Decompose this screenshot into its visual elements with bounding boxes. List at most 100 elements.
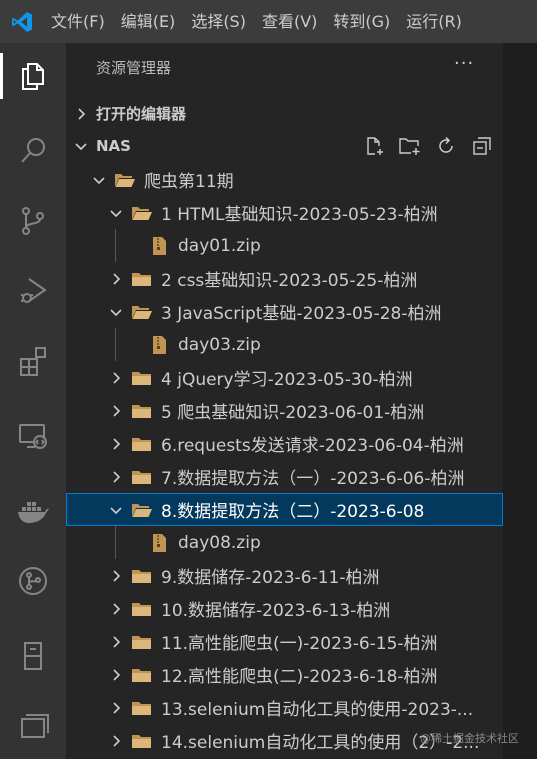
tree-item-label: 7.数据提取方法（一）-2023-6-06-柏洲 xyxy=(161,469,465,489)
tree-item-label: 8.数据提取方法（二）-2023-6-08 xyxy=(161,502,425,522)
section-open-editors[interactable]: 打开的编辑器 xyxy=(66,98,503,129)
chevron-right-icon[interactable] xyxy=(107,633,125,651)
folder-icon xyxy=(131,369,153,387)
refresh-icon[interactable] xyxy=(433,133,459,159)
source-control-icon[interactable] xyxy=(10,198,56,244)
tree-item-label: 12.高性能爬虫(二)-2023-6-18-柏洲 xyxy=(161,667,438,687)
tree-folder-item[interactable]: 9.数据储存-2023-6-11-柏洲 xyxy=(66,559,503,592)
folder-icon xyxy=(131,270,153,288)
editor-area xyxy=(503,43,537,759)
menu-bar: 文件(F) 编辑(E) 选择(S) 查看(V) 转到(G) 运行(R) xyxy=(0,0,537,43)
menu-go[interactable]: 转到(G) xyxy=(325,0,398,43)
chevron-right-icon[interactable] xyxy=(107,699,125,717)
tree-folder-item[interactable]: 7.数据提取方法（一）-2023-6-06-柏洲 xyxy=(66,460,503,493)
tree-folder-item[interactable]: 8.数据提取方法（二）-2023-6-08 xyxy=(66,493,503,526)
chevron-right-icon[interactable] xyxy=(107,468,125,486)
explorer-icon[interactable] xyxy=(0,53,56,99)
chevron-down-icon xyxy=(66,139,96,153)
tree-folder-item[interactable]: 2 css基础知识-2023-05-25-柏洲 xyxy=(66,262,503,295)
collapse-all-icon[interactable] xyxy=(469,133,495,159)
explorer-sidebar: 资源管理器 ··· 打开的编辑器 NAS 爬虫第11期 1 HTML基础知识-2… xyxy=(66,43,503,759)
tree-folder-item[interactable]: 10.数据储存-2023-6-13-柏洲 xyxy=(66,592,503,625)
chevron-right-icon[interactable] xyxy=(107,402,125,420)
workspace-name: NAS xyxy=(96,136,131,155)
tree-item-label: 4 jQuery学习-2023-05-30-柏洲 xyxy=(161,370,413,390)
folder-open-icon xyxy=(131,204,153,222)
indent-guide xyxy=(115,328,116,361)
tree-folder-item[interactable]: 3 JavaScript基础-2023-05-28-柏洲 xyxy=(66,295,503,328)
tree-item-label: 1 HTML基础知识-2023-05-23-柏洲 xyxy=(161,205,438,225)
tree-folder-item[interactable]: 4 jQuery学习-2023-05-30-柏洲 xyxy=(66,361,503,394)
tree-item-label: 6.requests发送请求-2023-06-04-柏洲 xyxy=(161,436,464,456)
folder-icon xyxy=(131,567,153,585)
explorer-title: 资源管理器 xyxy=(96,59,172,77)
folder-open-icon xyxy=(131,303,153,321)
tree-folder-item[interactable]: 1 HTML基础知识-2023-05-23-柏洲 xyxy=(66,196,503,229)
tree-item-label: 11.高性能爬虫(一)-2023-6-15-柏洲 xyxy=(161,634,438,654)
vscode-logo-icon xyxy=(0,0,43,43)
section-open-editors-label: 打开的编辑器 xyxy=(96,105,187,123)
chevron-right-icon[interactable] xyxy=(107,732,125,750)
indent-guide xyxy=(115,229,116,262)
tree-file-item[interactable]: day01.zip xyxy=(66,229,503,262)
chevron-right-icon[interactable] xyxy=(107,666,125,684)
folder-open-icon xyxy=(114,171,136,189)
tree-folder-item[interactable]: 12.高性能爬虫(二)-2023-6-18-柏洲 xyxy=(66,658,503,691)
chevron-down-icon[interactable] xyxy=(107,204,125,222)
menu-selection[interactable]: 选择(S) xyxy=(183,0,254,43)
tree-item-label: day08.zip xyxy=(178,532,261,553)
chevron-right-icon[interactable] xyxy=(107,435,125,453)
tree-item-label: 2 css基础知识-2023-05-25-柏洲 xyxy=(161,271,418,291)
tree-folder-item[interactable]: 爬虫第11期 xyxy=(66,163,503,196)
tree-folder-item[interactable]: 11.高性能爬虫(一)-2023-6-15-柏洲 xyxy=(66,625,503,658)
panels-icon[interactable] xyxy=(10,703,56,749)
database-icon[interactable] xyxy=(10,633,56,679)
section-actions xyxy=(361,130,495,161)
menu-file[interactable]: 文件(F) xyxy=(43,0,113,43)
folder-icon xyxy=(131,402,153,420)
tree-item-label: 5 爬虫基础知识-2023-06-01-柏洲 xyxy=(161,403,425,423)
search-icon[interactable] xyxy=(10,128,56,174)
folder-icon xyxy=(131,435,153,453)
chevron-right-icon[interactable] xyxy=(107,600,125,618)
folder-icon xyxy=(131,732,153,750)
extensions-icon[interactable] xyxy=(10,338,56,384)
run-debug-icon[interactable] xyxy=(10,268,56,314)
folder-icon xyxy=(131,600,153,618)
chevron-right-icon[interactable] xyxy=(107,369,125,387)
chevron-down-icon[interactable] xyxy=(107,501,125,519)
gitlens-icon[interactable] xyxy=(10,558,56,604)
tree-folder-item[interactable]: 6.requests发送请求-2023-06-04-柏洲 xyxy=(66,427,503,460)
new-file-icon[interactable] xyxy=(361,133,387,159)
activity-bar xyxy=(0,43,66,759)
tree-item-label: 10.数据储存-2023-6-13-柏洲 xyxy=(161,601,391,621)
tree-folder-item[interactable]: 13.selenium自动化工具的使用-2023-... xyxy=(66,691,503,724)
chevron-right-icon[interactable] xyxy=(107,567,125,585)
chevron-down-icon[interactable] xyxy=(107,303,125,321)
menu-view[interactable]: 查看(V) xyxy=(254,0,325,43)
chevron-right-icon[interactable] xyxy=(107,270,125,288)
indent-guide xyxy=(115,526,116,559)
watermark: @稀土掘金技术社区 xyxy=(420,732,519,745)
docker-icon[interactable] xyxy=(10,488,56,534)
folder-icon xyxy=(131,468,153,486)
remote-explorer-icon[interactable] xyxy=(10,413,56,459)
tree-item-label: 9.数据储存-2023-6-11-柏洲 xyxy=(161,568,380,588)
menu-edit[interactable]: 编辑(E) xyxy=(113,0,184,43)
tree-file-item[interactable]: day08.zip xyxy=(66,526,503,559)
chevron-down-icon[interactable] xyxy=(90,171,108,189)
section-workspace[interactable]: NAS xyxy=(66,130,503,161)
zip-file-icon xyxy=(148,236,170,255)
new-folder-icon[interactable] xyxy=(397,133,423,159)
menu-run[interactable]: 运行(R) xyxy=(398,0,470,43)
tree-file-item[interactable]: day03.zip xyxy=(66,328,503,361)
zip-file-icon xyxy=(148,533,170,552)
tree-item-label: 3 JavaScript基础-2023-05-28-柏洲 xyxy=(161,304,442,324)
tree-item-label: 爬虫第11期 xyxy=(144,172,234,192)
folder-icon xyxy=(131,666,153,684)
file-tree: 爬虫第11期 1 HTML基础知识-2023-05-23-柏洲 day01.zip 2… xyxy=(66,163,503,757)
tree-folder-item[interactable]: 5 爬虫基础知识-2023-06-01-柏洲 xyxy=(66,394,503,427)
more-actions-icon[interactable]: ··· xyxy=(454,53,474,74)
tree-item-label: day01.zip xyxy=(178,235,261,256)
folder-open-icon xyxy=(131,501,153,519)
